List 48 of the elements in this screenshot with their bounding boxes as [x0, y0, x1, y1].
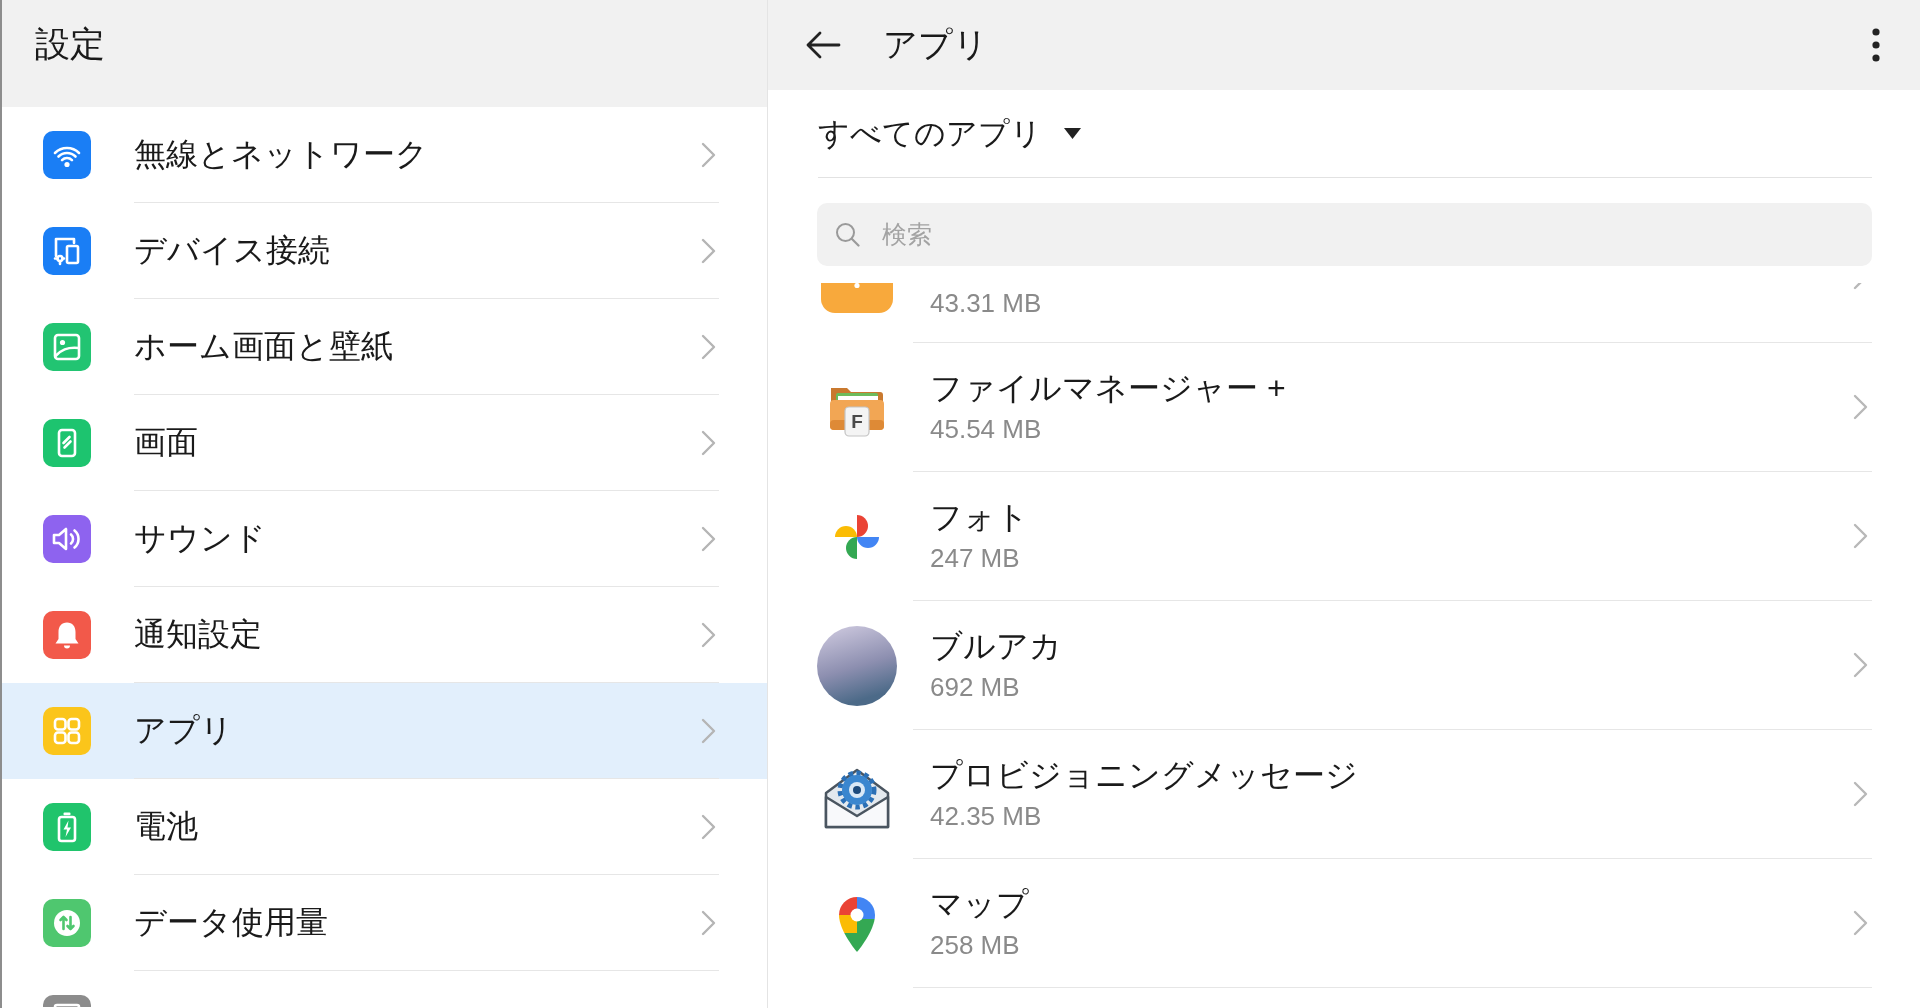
filter-dropdown[interactable]: すべてのアプリ: [818, 112, 1081, 155]
page-title: アプリ: [883, 24, 989, 65]
app-size: 45.54 MB: [930, 413, 1043, 446]
search-icon: [835, 222, 860, 247]
settings-list-item[interactable]: アプリ: [2, 683, 767, 779]
chevron-icon: [701, 429, 716, 456]
chevron-icon: [701, 525, 716, 552]
app-size: 258 MB: [930, 929, 1021, 962]
chevron-icon: [1853, 523, 1868, 549]
chevron-icon: [701, 141, 716, 168]
app-size: 43.31 MB: [930, 287, 1042, 320]
settings-list-item[interactable]: ホーム画面と壁紙: [2, 299, 767, 395]
app-name: フォト: [930, 498, 1029, 537]
chevron-icon: [701, 717, 716, 744]
back-arrow-icon: [805, 30, 841, 60]
more-icon: [1872, 28, 1880, 62]
app-size: 247 MB: [930, 542, 1021, 575]
app-list-item[interactable]: F ファイルマネージャー + 45.54 MB: [768, 343, 1920, 472]
chevron-icon: [1853, 394, 1868, 420]
chevron-icon: [701, 333, 716, 360]
app-size: 692 MB: [930, 671, 1021, 704]
app-list-item[interactable]: マップ 258 MB: [768, 859, 1920, 988]
app-list-item[interactable]: フォト 247 MB: [768, 472, 1920, 601]
app-list-item[interactable]: ブルアカ 692 MB: [768, 601, 1920, 730]
app-name: ファイルマネージャー +: [930, 369, 1286, 408]
app-name: マップ: [930, 885, 1029, 924]
settings-list-item[interactable]: 無線とネットワーク: [2, 107, 767, 203]
search-field[interactable]: 検索: [817, 203, 1872, 266]
chevron-icon: [701, 813, 716, 840]
app-size: 42.35 MB: [930, 800, 1043, 833]
settings-list-item[interactable]: サウンド: [2, 491, 767, 587]
chevron-icon: [1853, 652, 1868, 678]
app-name: ブルアカ: [930, 627, 1062, 666]
chevron-icon: [1853, 910, 1868, 936]
settings-list-item[interactable]: データ使用量: [2, 875, 767, 971]
chevron-icon: [701, 237, 716, 264]
settings-list-item[interactable]: 電池: [2, 779, 767, 875]
app-list-item[interactable]: プロビジョニングメッセージ 42.35 MB: [768, 730, 1920, 859]
chevron-icon: [701, 621, 716, 648]
settings-list-item[interactable]: デバイス接続: [2, 203, 767, 299]
settings-title: 設定: [35, 23, 105, 65]
app-name: プロビジョニングメッセージ: [930, 756, 1358, 795]
settings-list-item[interactable]: 画面: [2, 395, 767, 491]
chevron-icon: [701, 909, 716, 936]
chevron-icon: [1853, 781, 1868, 807]
caret-icon: [1064, 128, 1081, 139]
avatar-icon: [817, 625, 897, 706]
app-tile-icon: [821, 283, 893, 313]
